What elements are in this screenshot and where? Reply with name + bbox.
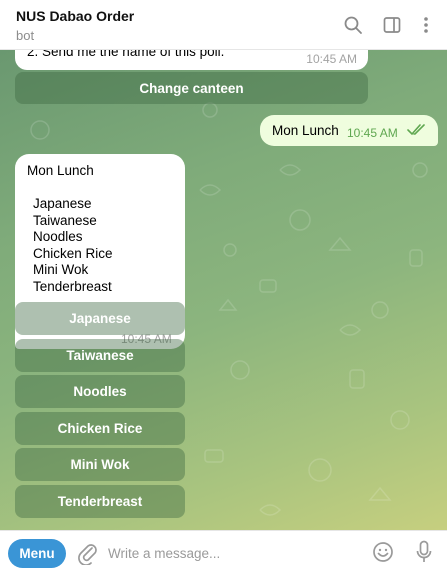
double-check-icon bbox=[407, 124, 425, 136]
poll-option: Japanese bbox=[33, 196, 92, 211]
poll-options-list: Japanese Taiwanese Noodles Chicken Rice … bbox=[33, 196, 113, 296]
poll-option: Taiwanese bbox=[33, 212, 97, 228]
message-text: 2. Send me the name of this poll. bbox=[27, 50, 225, 59]
keyboard-button-japanese[interactable]: Japanese bbox=[15, 302, 185, 335]
chat-subtitle: bot bbox=[16, 28, 35, 43]
microphone-icon[interactable] bbox=[416, 540, 432, 564]
emoji-icon[interactable] bbox=[372, 541, 394, 563]
keyboard-button-chicken-rice[interactable]: Chicken Rice bbox=[15, 412, 185, 445]
outgoing-message: Mon Lunch 10:45 AM bbox=[260, 115, 438, 146]
paperclip-icon[interactable] bbox=[76, 541, 98, 565]
keyboard-button-tenderbreast[interactable]: Tenderbreast bbox=[15, 485, 185, 518]
poll-option: Noodles bbox=[33, 229, 83, 245]
keyboard-button-mini-wok[interactable]: Mini Wok bbox=[15, 448, 185, 481]
sidebar-toggle-icon[interactable] bbox=[380, 13, 404, 37]
message-time: 10:45 AM bbox=[347, 126, 398, 140]
poll-title: Mon Lunch bbox=[27, 163, 94, 178]
chat-area[interactable]: 2. Send me the name of this poll. 10:45 … bbox=[0, 50, 447, 530]
chat-header: NUS Dabao Order bot bbox=[0, 0, 447, 50]
poll-option: Chicken Rice bbox=[33, 245, 113, 261]
poll-option: Mini Wok bbox=[33, 262, 89, 278]
message-text: Mon Lunch bbox=[272, 123, 339, 138]
message-input-bar: Menu bbox=[0, 530, 447, 573]
search-icon[interactable] bbox=[341, 13, 365, 37]
message-input[interactable] bbox=[108, 539, 358, 567]
bot-menu-button[interactable]: Menu bbox=[8, 539, 66, 568]
bot-message-partial: 2. Send me the name of this poll. 10:45 … bbox=[15, 50, 368, 70]
change-canteen-button[interactable]: Change canteen bbox=[15, 72, 368, 104]
message-time: 10:45 AM bbox=[306, 52, 357, 66]
poll-option: Tenderbreast bbox=[33, 278, 112, 294]
chat-title[interactable]: NUS Dabao Order bbox=[16, 8, 134, 24]
more-options-icon[interactable] bbox=[414, 13, 438, 37]
keyboard-button-taiwanese[interactable]: Taiwanese bbox=[15, 339, 185, 372]
keyboard-button-noodles[interactable]: Noodles bbox=[15, 375, 185, 408]
